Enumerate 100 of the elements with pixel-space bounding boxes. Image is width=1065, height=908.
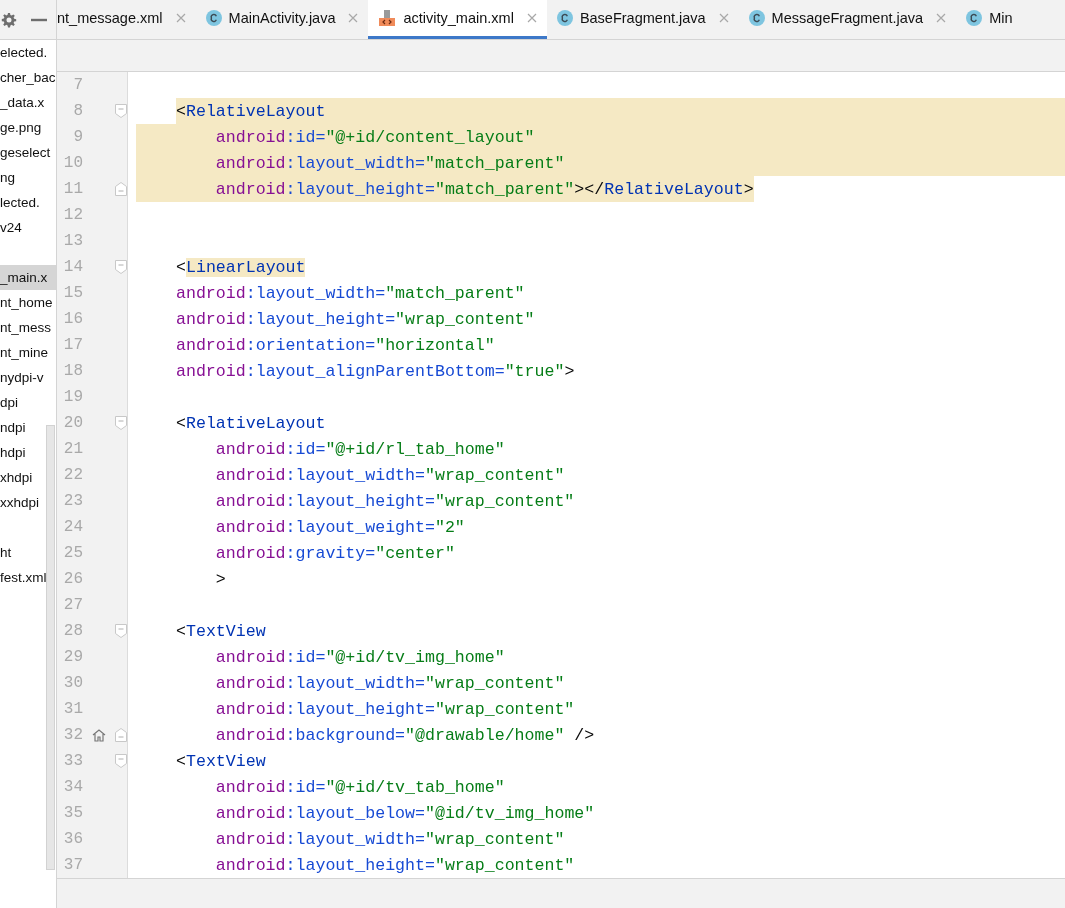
- tree-item[interactable]: ng: [0, 170, 16, 185]
- line-number: 24: [62, 518, 83, 536]
- line-number: 10: [62, 154, 83, 172]
- code-line: android:id="@+id/tv_tab_home": [214, 777, 505, 797]
- line-number: 31: [62, 700, 83, 718]
- fold-icon[interactable]: [115, 260, 127, 274]
- fold-icon[interactable]: [115, 416, 127, 430]
- line-number: 32: [62, 726, 83, 744]
- code-line: android:layout_width="wrap_content": [214, 673, 565, 693]
- line-number: 12: [62, 206, 83, 224]
- file-tab[interactable]: Min: [956, 0, 1023, 39]
- line-number: 34: [62, 778, 83, 796]
- fold-icon[interactable]: [115, 182, 127, 196]
- line-number: 9: [72, 128, 83, 146]
- tree-item[interactable]: dpi: [0, 395, 18, 410]
- code-line: android:id="@+id/tv_img_home": [214, 647, 505, 667]
- line-number: 29: [62, 648, 83, 666]
- tree-item[interactable]: nt_home: [0, 295, 53, 310]
- tree-item[interactable]: hdpi: [0, 445, 26, 460]
- file-tab[interactable]: MainActivity.java: [195, 0, 369, 39]
- line-number: 33: [62, 752, 83, 770]
- tree-item[interactable]: geselect: [0, 145, 51, 160]
- line-number: 19: [62, 388, 83, 406]
- line-number: 18: [62, 362, 83, 380]
- code-line: <RelativeLayout: [176, 101, 326, 121]
- code-line: android:layout_height="wrap_content": [176, 309, 535, 329]
- class-icon: [556, 10, 573, 26]
- tree-item[interactable]: nt_mine: [0, 345, 49, 360]
- line-number: 7: [72, 76, 83, 94]
- tree-item[interactable]: ndpi: [0, 420, 26, 435]
- line-number: 15: [62, 284, 83, 302]
- tree-item[interactable]: fest.xml: [0, 570, 47, 585]
- tree-item[interactable]: xxhdpi: [0, 495, 40, 510]
- code-line: android:background="@drawable/home" />: [214, 725, 595, 745]
- line-number: 14: [62, 258, 83, 276]
- file-tab[interactable]: activity_main.xml: [368, 0, 547, 39]
- code-line: android:layout_height="wrap_content": [214, 855, 575, 875]
- line-number: 26: [62, 570, 83, 588]
- code-line: android:layout_height="match_parent"></RelativeLayout>: [214, 179, 754, 199]
- line-number: 22: [62, 466, 83, 484]
- house-icon[interactable]: [91, 727, 107, 743]
- close-icon[interactable]: [936, 13, 947, 23]
- code-line: android:layout_height="wrap_content": [214, 699, 575, 719]
- settings-icon[interactable]: [1, 11, 17, 28]
- tree-item[interactable]: elected.: [0, 45, 48, 60]
- line-number: 13: [62, 232, 83, 250]
- tree-item[interactable]: ge.png: [0, 120, 42, 135]
- line-number: 25: [62, 544, 83, 562]
- code-line: android:layout_width="match_parent": [176, 283, 525, 303]
- file-tab[interactable]: nt_message.xml: [57, 0, 196, 39]
- file-tab[interactable]: BaseFragment.java: [546, 0, 739, 39]
- file-tab[interactable]: MessageFragment.java: [738, 0, 957, 39]
- line-number: 37: [62, 856, 83, 874]
- close-icon[interactable]: [175, 13, 186, 23]
- tree-item[interactable]: xhdpi: [0, 470, 33, 485]
- fold-icon[interactable]: [115, 728, 127, 742]
- code-line: android:gravity="center": [214, 543, 455, 563]
- code-line: android:layout_weight="2": [214, 517, 465, 537]
- code-line: android:layout_width="match_parent": [214, 153, 565, 173]
- code-line: android:layout_height="wrap_content": [214, 491, 575, 511]
- minimize-icon[interactable]: [31, 17, 47, 22]
- xml-file-icon: [378, 9, 397, 27]
- code-line: android:layout_alignParentBottom="true">: [176, 361, 575, 381]
- scrollbar[interactable]: [46, 425, 55, 870]
- fold-icon[interactable]: [115, 104, 127, 118]
- line-number: 20: [62, 414, 83, 432]
- tree-item[interactable]: ht: [0, 545, 12, 560]
- code-line: android:orientation="horizontal": [176, 335, 495, 355]
- code-line: android:layout_width="wrap_content": [214, 829, 565, 849]
- line-number: 17: [62, 336, 83, 354]
- code-line: android:layout_width="wrap_content": [214, 465, 565, 485]
- line-number: 27: [62, 596, 83, 614]
- code-line: android:id="@+id/rl_tab_home": [214, 439, 505, 459]
- close-icon[interactable]: [718, 13, 729, 23]
- class-icon: [966, 10, 983, 26]
- tree-item[interactable]: nt_mess: [0, 320, 52, 335]
- code-line: android:layout_below="@id/tv_img_home": [214, 803, 595, 823]
- code-line: <RelativeLayout: [176, 413, 326, 433]
- class-icon: [205, 10, 222, 26]
- line-number: 30: [62, 674, 83, 692]
- line-number: 21: [62, 440, 83, 458]
- tree-item[interactable]: lected.: [0, 195, 40, 210]
- code-line: android:id="@+id/content_layout": [214, 127, 535, 147]
- tree-item[interactable]: _data.x: [0, 95, 45, 110]
- tree-item[interactable]: cher_bac: [0, 70, 56, 85]
- line-number: 35: [62, 804, 83, 822]
- code-line: >: [214, 569, 226, 589]
- close-icon[interactable]: [348, 13, 359, 23]
- fold-icon[interactable]: [115, 624, 127, 638]
- close-icon[interactable]: [526, 13, 537, 23]
- code-line: <TextView: [176, 621, 266, 641]
- tree-item[interactable]: v24: [0, 220, 22, 235]
- line-number: 16: [62, 310, 83, 328]
- line-number: 36: [62, 830, 83, 848]
- fold-icon[interactable]: [115, 754, 127, 768]
- code-line: <TextView: [176, 751, 266, 771]
- line-number: 23: [62, 492, 83, 510]
- line-number: 28: [62, 622, 83, 640]
- line-number: 11: [62, 180, 83, 198]
- tree-item[interactable]: nydpi-v: [0, 370, 44, 385]
